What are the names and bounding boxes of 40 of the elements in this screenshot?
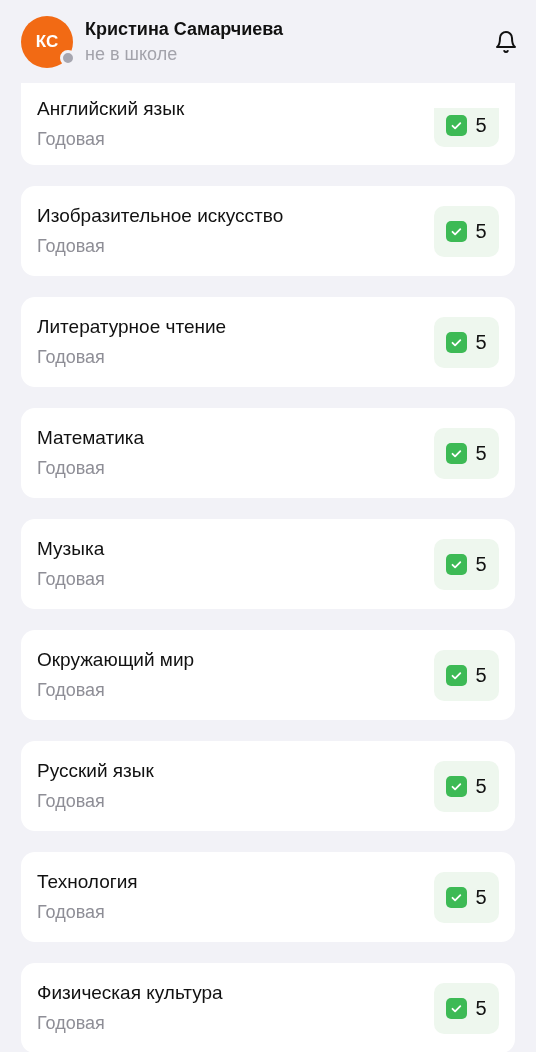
grade-value: 5	[475, 885, 487, 910]
subject-card[interactable]: Математика Годовая 5	[21, 408, 515, 498]
grade-period: Годовая	[37, 457, 106, 480]
subject-name: Математика	[37, 426, 146, 450]
subject-card[interactable]: Музыка Годовая 5	[21, 519, 515, 609]
subject-card[interactable]: Физическая культура Годовая 5	[21, 963, 515, 1052]
bell-icon[interactable]	[494, 29, 518, 54]
subject-card[interactable]: Английский язык Годовая 5	[21, 83, 515, 165]
grade-period: Годовая	[37, 1012, 106, 1035]
grade-value: 5	[475, 663, 487, 688]
grade-period: Годовая	[37, 679, 106, 702]
subject-card[interactable]: Окружающий мир Годовая 5	[21, 630, 515, 720]
subject-name: Русский язык	[37, 759, 155, 783]
subject-card[interactable]: Русский язык Годовая 5	[21, 741, 515, 831]
subject-name: Технология	[37, 870, 139, 894]
grade-period: Годовая	[37, 790, 106, 813]
subject-name: Физическая культура	[37, 981, 224, 1005]
subject-name: Английский язык	[37, 97, 186, 121]
subject-name: Окружающий мир	[37, 648, 196, 672]
grade-period: Годовая	[37, 346, 106, 369]
user-name: Кристина Самарчиева	[85, 17, 285, 40]
grade-value: 5	[475, 552, 487, 577]
grade-value: 5	[475, 330, 487, 355]
subject-name: Музыка	[37, 537, 106, 561]
subject-name: Литературное чтение	[37, 315, 228, 339]
avatar-initials: КС	[35, 30, 59, 53]
grade-value: 5	[475, 219, 487, 244]
subject-name: Изобразительное искусство	[37, 204, 285, 228]
subject-card[interactable]: Технология Годовая 5	[21, 852, 515, 942]
grade-value: 5	[475, 774, 487, 799]
grade-value: 5	[475, 441, 487, 466]
user-status: не в школе	[85, 42, 179, 66]
grade-value: 5	[475, 996, 487, 1021]
subject-card[interactable]: Изобразительное искусство Годовая 5	[21, 186, 515, 276]
grade-period: Годовая	[37, 128, 106, 151]
grade-period: Годовая	[37, 901, 106, 924]
grade-value: 5	[475, 113, 487, 138]
grade-period: Годовая	[37, 235, 106, 258]
grade-period: Годовая	[37, 568, 106, 591]
subject-card[interactable]: Литературное чтение Годовая 5	[21, 297, 515, 387]
